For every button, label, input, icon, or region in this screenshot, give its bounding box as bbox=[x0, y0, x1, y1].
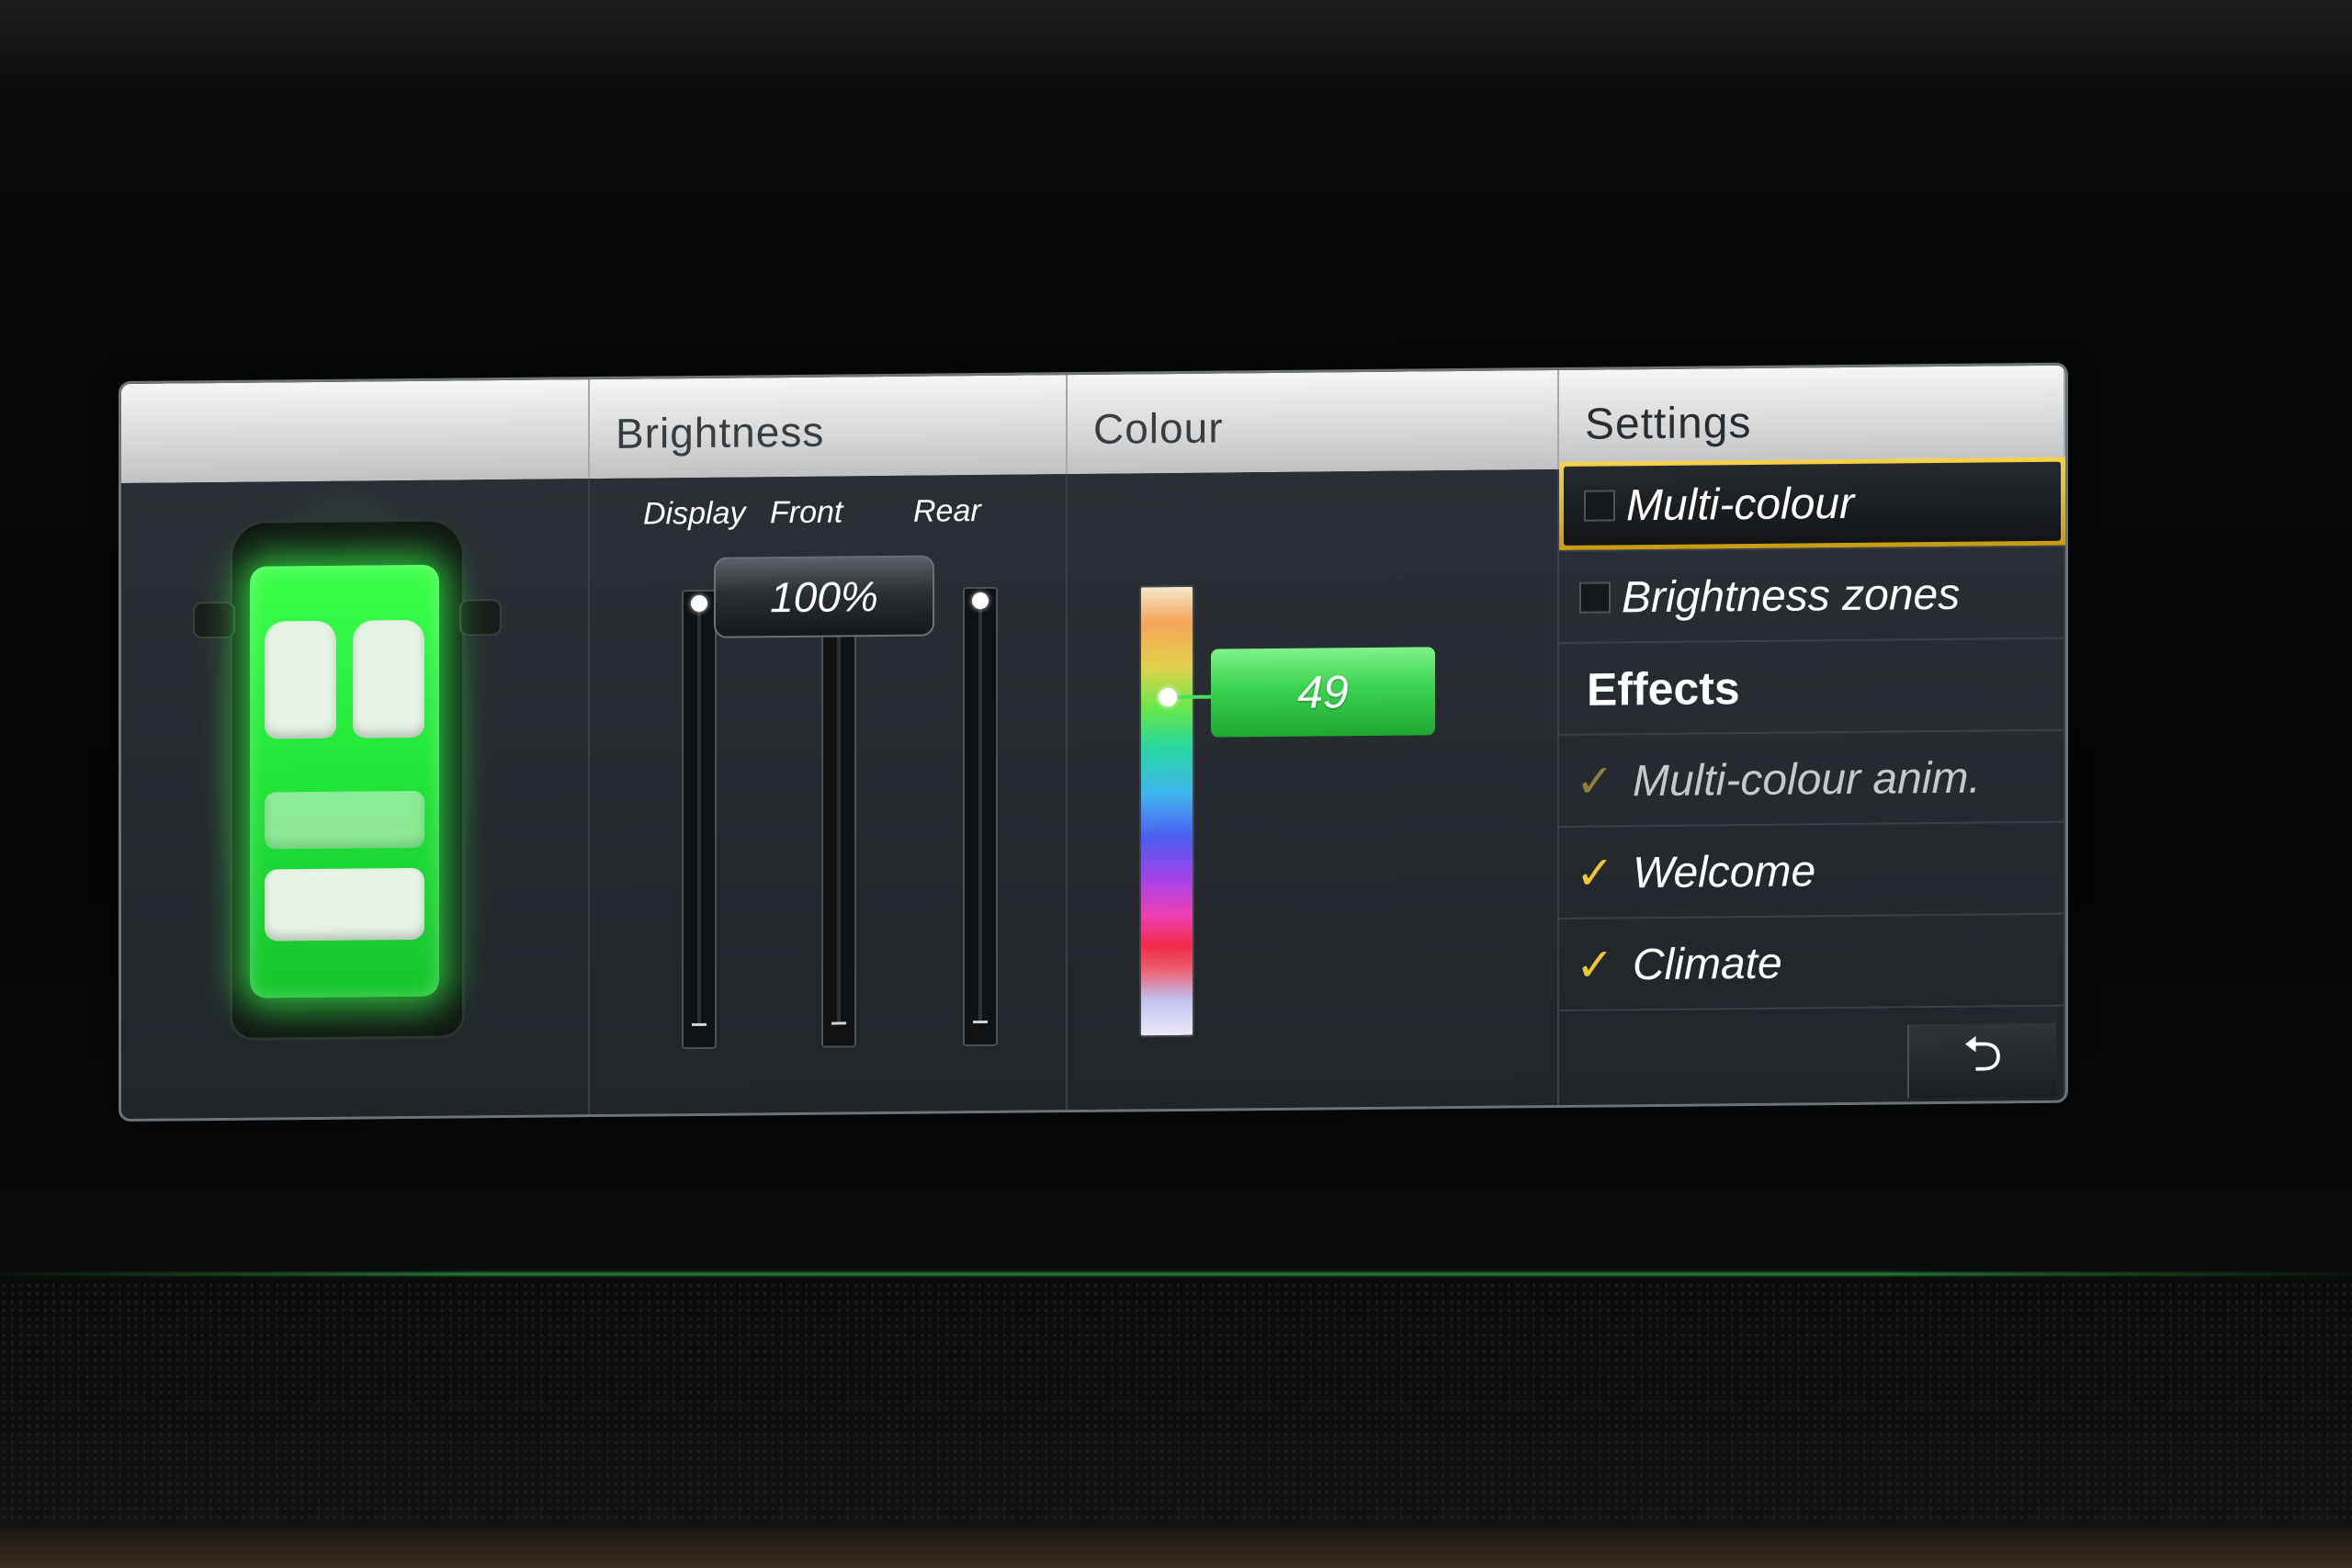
colour-value-badge: 49 bbox=[1211, 647, 1435, 738]
brightness-value: 100% bbox=[770, 572, 878, 622]
colour-slider-knob[interactable] bbox=[1159, 687, 1177, 707]
slider-min-tick bbox=[692, 1022, 707, 1027]
colour-indicator-line bbox=[1176, 694, 1213, 699]
colour-header: Colour bbox=[1068, 369, 1559, 475]
dashboard-bezel-top bbox=[0, 0, 2352, 87]
slider-label-front: Front bbox=[770, 494, 843, 531]
colour-value: 49 bbox=[1297, 666, 1349, 718]
front-right-seat bbox=[353, 619, 424, 739]
colour-column: Colour 49 bbox=[1068, 369, 1559, 1111]
back-arrow-icon: ⮌ bbox=[1962, 1026, 2003, 1082]
brightness-zones-checkbox[interactable] bbox=[1579, 581, 1611, 614]
rear-slider-knob[interactable] bbox=[972, 592, 989, 610]
menu-item-label: Climate bbox=[1633, 939, 1782, 989]
rear-console bbox=[265, 790, 424, 850]
check-icon: ✓ bbox=[1576, 939, 1614, 991]
menu-item-brightness-zones[interactable]: Brightness zones bbox=[1559, 548, 2065, 644]
car-preview-column bbox=[121, 379, 590, 1119]
brightness-value-bubble: 100% bbox=[714, 555, 934, 638]
front-brightness-slider[interactable] bbox=[821, 588, 856, 1048]
settings-column: Settings Multi-colour Brightness zones E… bbox=[1559, 365, 2065, 1105]
brightness-header: Brightness bbox=[590, 375, 1068, 479]
display-slider-knob[interactable] bbox=[691, 594, 707, 613]
front-left-seat bbox=[265, 620, 336, 739]
menu-item-label: Multi-colour anim. bbox=[1633, 753, 1981, 806]
car-interior-lit bbox=[250, 564, 439, 998]
slider-min-tick bbox=[973, 1020, 988, 1024]
multi-colour-checkbox[interactable] bbox=[1584, 490, 1615, 522]
check-icon: ✓ bbox=[1576, 847, 1614, 899]
ambient-light-strip bbox=[0, 1272, 2352, 1276]
effects-title: Effects bbox=[1587, 662, 1740, 716]
display-brightness-slider[interactable] bbox=[682, 589, 717, 1050]
menu-item-climate[interactable]: ✓ Climate bbox=[1559, 916, 2065, 1011]
effects-section-header: Effects bbox=[1559, 640, 2065, 736]
menu-item-multi-colour-anim: ✓ Multi-colour anim. bbox=[1559, 732, 2065, 828]
colour-title: Colour bbox=[1093, 403, 1224, 453]
dashboard-trim bbox=[0, 1529, 2352, 1568]
ambient-lighting-screen: Brightness Display Front Rear 100% Colou… bbox=[121, 365, 2065, 1119]
rear-brightness-slider[interactable] bbox=[963, 586, 998, 1047]
slider-min-tick bbox=[831, 1021, 846, 1025]
check-icon: ✓ bbox=[1576, 755, 1614, 807]
left-mirror bbox=[193, 601, 235, 639]
colour-spectrum-slider[interactable] bbox=[1139, 584, 1194, 1038]
brightness-title: Brightness bbox=[616, 407, 825, 457]
menu-item-multi-colour[interactable]: Multi-colour bbox=[1559, 457, 2065, 552]
menu-item-label: Welcome bbox=[1633, 846, 1816, 897]
car-column-header bbox=[121, 379, 590, 483]
menu-item-inner: Multi-colour bbox=[1564, 461, 2061, 546]
speaker-grille bbox=[0, 1281, 2352, 1520]
settings-header: Settings bbox=[1559, 365, 2065, 469]
rear-bench-seat bbox=[265, 867, 424, 942]
brightness-column: Brightness Display Front Rear 100% bbox=[590, 375, 1068, 1115]
menu-item-welcome[interactable]: ✓ Welcome bbox=[1559, 824, 2065, 919]
menu-item-label: Brightness zones bbox=[1622, 570, 1961, 622]
right-mirror bbox=[459, 599, 502, 637]
slider-label-rear: Rear bbox=[913, 493, 981, 529]
settings-title: Settings bbox=[1585, 398, 1752, 449]
back-button[interactable]: ⮌ bbox=[1907, 1022, 2056, 1099]
slider-label-display: Display bbox=[643, 495, 746, 532]
menu-item-label: Multi-colour bbox=[1626, 479, 1855, 530]
